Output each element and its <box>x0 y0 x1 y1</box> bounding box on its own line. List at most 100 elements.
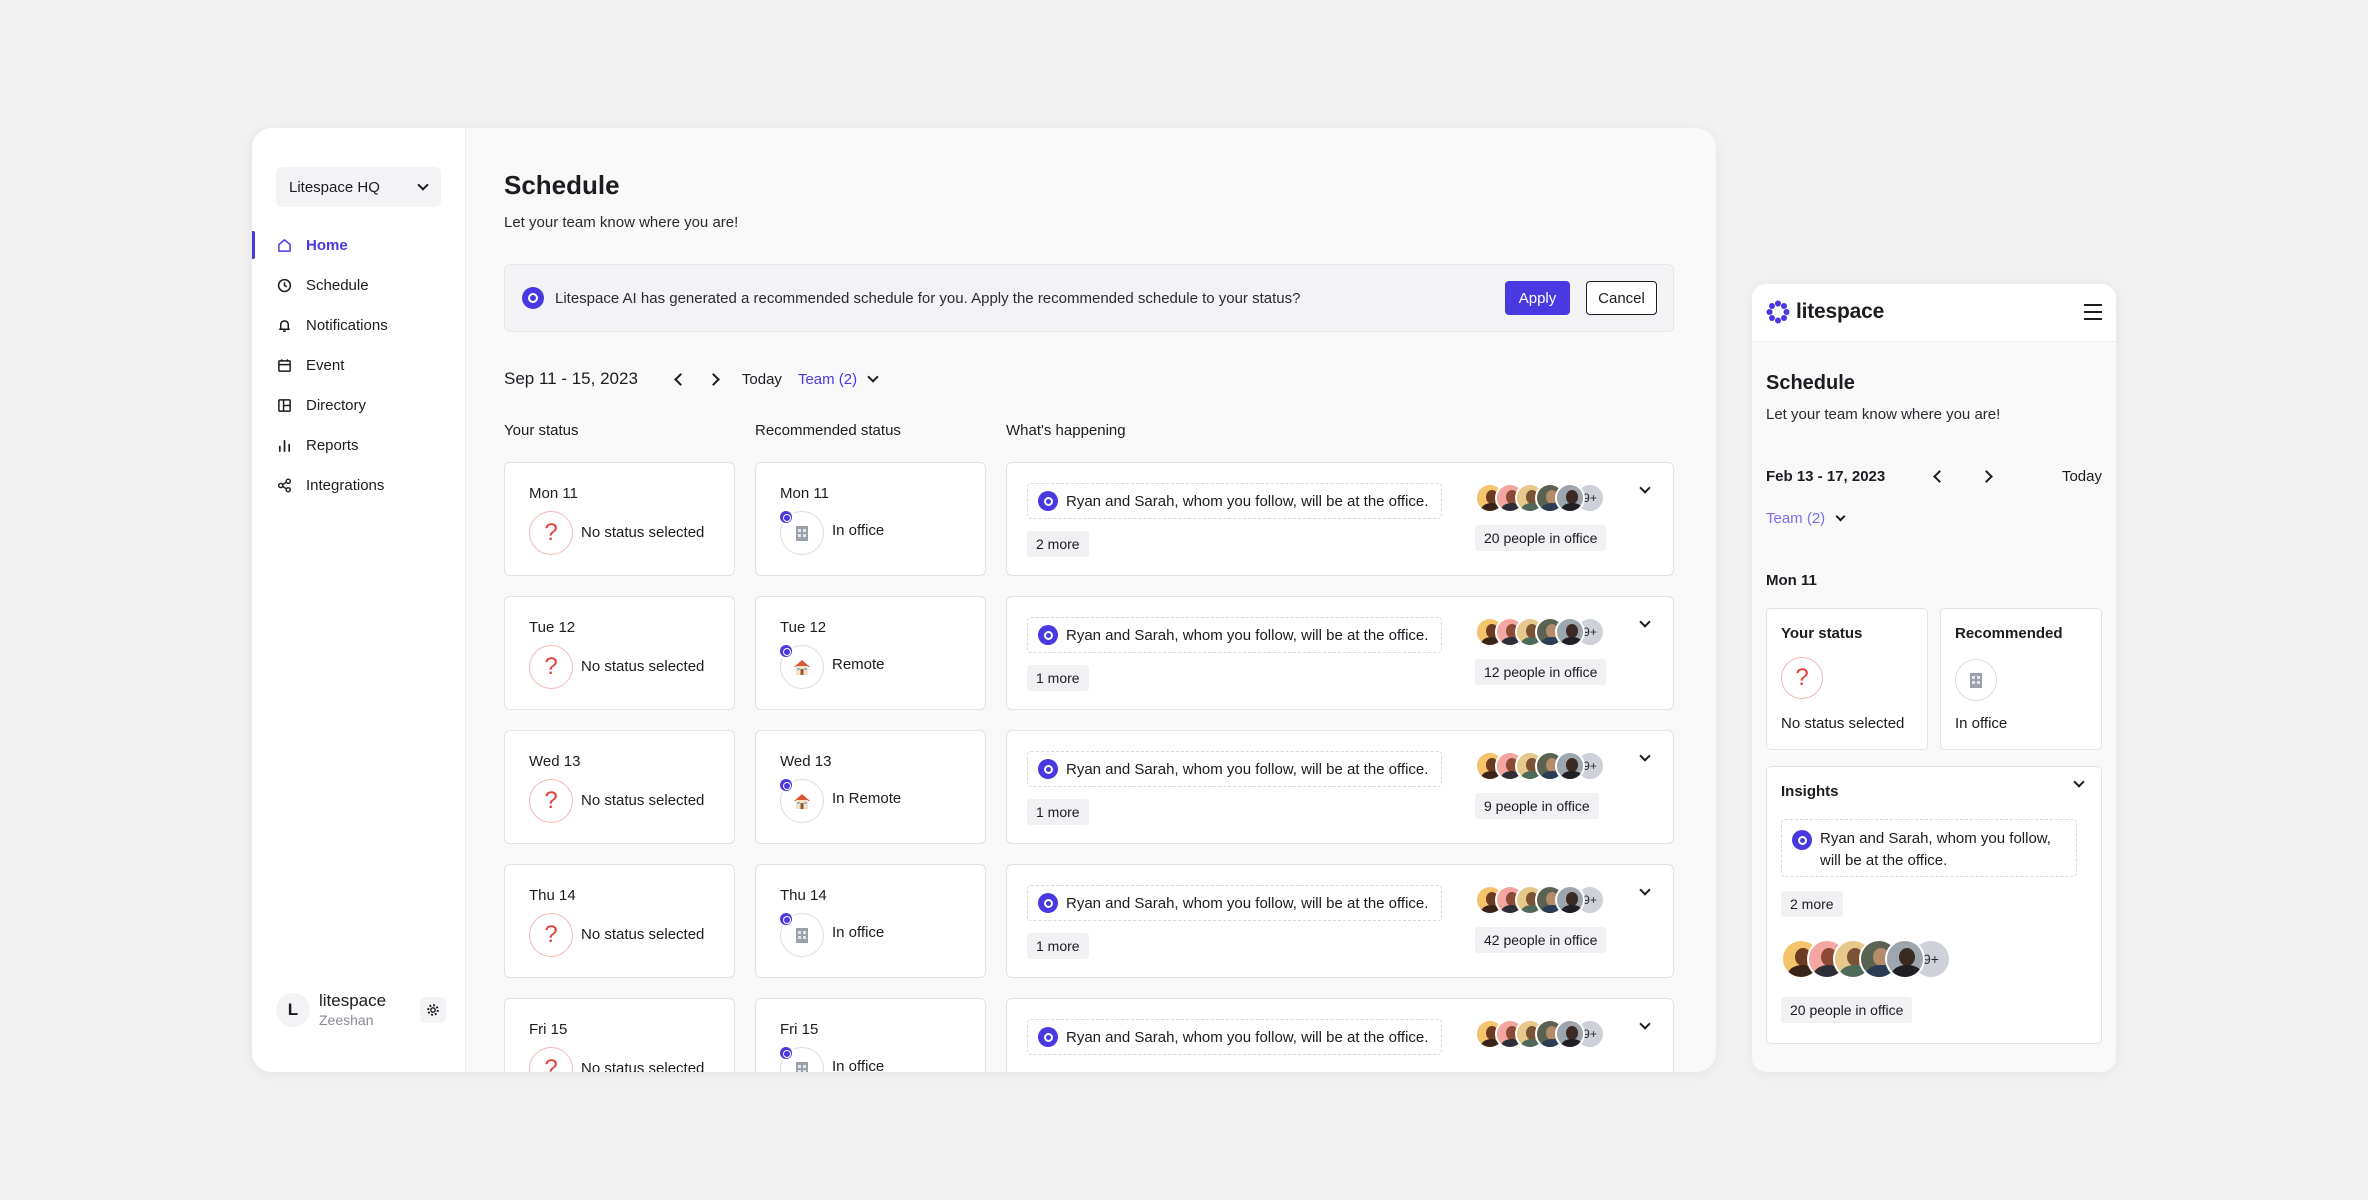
attendee-avatars[interactable]: 9+ <box>1475 751 1605 781</box>
more-insights-chip[interactable]: 2 more <box>1027 531 1089 557</box>
chevron-down-icon[interactable] <box>2073 776 2085 788</box>
attendee-avatars[interactable]: 9+ <box>1475 1019 1605 1049</box>
recommended-status-card[interactable]: Mon 11 In office <box>755 462 986 576</box>
your-status-card[interactable]: Fri 15? No status selected <box>504 998 735 1072</box>
insight-text: Ryan and Sarah, whom you follow, will be… <box>1066 894 1429 912</box>
ai-sparkle-icon <box>1038 1027 1058 1047</box>
avatar: L <box>276 993 310 1027</box>
insights-card: Insights Ryan and Sarah, whom you follow… <box>1766 766 2102 1044</box>
more-insights-chip[interactable]: 1 more <box>1027 665 1089 691</box>
chevron-down-icon[interactable] <box>1639 750 1651 762</box>
attendee-avatars[interactable]: 9+ <box>1475 483 1605 513</box>
your-status-card[interactable]: Thu 14? No status selected <box>504 864 735 978</box>
team-filter[interactable]: Team (2) <box>1766 510 1846 527</box>
more-insights-chip[interactable]: 2 more <box>1781 891 1843 917</box>
chevron-down-icon[interactable] <box>1639 884 1651 896</box>
status-text: In office <box>832 1058 885 1072</box>
card-title: Insights <box>1781 783 1839 800</box>
chevron-down-icon[interactable] <box>1639 616 1651 628</box>
date-range: Feb 13 - 17, 2023 <box>1766 467 1886 485</box>
your-status-card[interactable]: Mon 11? No status selected <box>504 462 735 576</box>
team-filter[interactable]: Team (2) <box>798 370 879 388</box>
attendee-avatars[interactable]: 9+ <box>1781 939 1951 979</box>
user-name: litespace <box>319 991 387 1010</box>
chevron-right-icon[interactable] <box>707 372 720 386</box>
your-status-card[interactable]: Wed 13? No status selected <box>504 730 735 844</box>
chevron-down-icon <box>1835 511 1846 521</box>
brand-logo[interactable]: litespace <box>1766 300 1884 324</box>
insight-item: Ryan and Sarah, whom you follow, will be… <box>1781 819 2077 877</box>
recommended-status-card[interactable]: Fri 15 In office <box>755 998 986 1072</box>
recommended-status-card[interactable]: Wed 13 In Remote <box>755 730 986 844</box>
user-subtitle: Zeeshan <box>319 1012 374 1028</box>
sidebar-item-schedule[interactable]: Schedule <box>252 265 465 305</box>
question-icon: ? <box>529 913 573 957</box>
ai-sparkle-icon <box>522 287 544 309</box>
insight-item: Ryan and Sarah, whom you follow, will be… <box>1027 751 1442 787</box>
user-profile[interactable]: L litespace Zeeshan <box>276 988 446 1032</box>
today-button[interactable]: Today <box>742 371 782 388</box>
recommended-status-card[interactable]: Recommended In office <box>1940 608 2102 750</box>
chevron-left-icon[interactable] <box>1933 469 1947 483</box>
avatar <box>1555 885 1585 915</box>
banner-text: Litespace AI has generated a recommended… <box>555 289 1301 307</box>
workspace-selector[interactable]: Litespace HQ <box>276 167 441 207</box>
column-header-your-status: Your status <box>504 422 579 439</box>
ai-badge-icon <box>778 911 794 927</box>
sidebar-item-label: Schedule <box>306 276 369 294</box>
chevron-left-icon[interactable] <box>674 372 687 386</box>
day-label: Fri 15 <box>529 1021 568 1038</box>
chevron-down-icon <box>417 178 429 191</box>
sidebar-item-home[interactable]: Home <box>252 225 465 265</box>
chevron-right-icon[interactable] <box>1980 469 1994 483</box>
more-insights-chip[interactable]: 1 more <box>1027 799 1089 825</box>
cancel-button[interactable]: Cancel <box>1586 281 1657 315</box>
main-content: Schedule Let your team know where you ar… <box>504 128 1674 1072</box>
avatar <box>1555 617 1585 647</box>
ai-recommendation-banner: Litespace AI has generated a recommended… <box>504 264 1674 332</box>
status-text: No status selected <box>581 524 705 541</box>
insight-text: Ryan and Sarah, whom you follow, will be… <box>1066 626 1429 644</box>
sidebar-item-event[interactable]: Event <box>252 345 465 385</box>
apply-button[interactable]: Apply <box>1505 281 1570 315</box>
your-status-card[interactable]: Your status ? No status selected <box>1766 608 1928 750</box>
ai-badge-icon <box>778 643 794 659</box>
sidebar-item-integrations[interactable]: Integrations <box>252 465 465 505</box>
today-button[interactable]: Today <box>2062 468 2102 485</box>
hamburger-menu-icon[interactable] <box>2084 304 2102 320</box>
day-label: Wed 13 <box>780 753 832 770</box>
share-icon <box>276 477 292 493</box>
chevron-down-icon[interactable] <box>1639 1018 1651 1030</box>
status-text: In office <box>832 924 885 941</box>
status-text: No status selected <box>581 1060 705 1072</box>
whats-happening-card: Ryan and Sarah, whom you follow, will be… <box>1006 730 1674 844</box>
insight-item: Ryan and Sarah, whom you follow, will be… <box>1027 617 1442 653</box>
whats-happening-card: Ryan and Sarah, whom you follow, will be… <box>1006 864 1674 978</box>
sidebar-item-label: Directory <box>306 396 367 414</box>
chevron-down-icon <box>867 370 879 383</box>
day-label: Thu 14 <box>529 887 576 904</box>
desktop-app-window: Litespace HQ Home Schedule Notifications… <box>252 128 1716 1072</box>
ai-sparkle-icon <box>1038 625 1058 645</box>
page-subtitle: Let your team know where you are! <box>504 214 739 231</box>
gear-icon[interactable] <box>420 997 446 1023</box>
avatar <box>1555 1019 1585 1049</box>
chevron-down-icon[interactable] <box>1639 482 1651 494</box>
attendee-avatars[interactable]: 9+ <box>1475 885 1605 915</box>
recommended-status-card[interactable]: Thu 14 In office <box>755 864 986 978</box>
more-insights-chip[interactable]: 1 more <box>1027 933 1089 959</box>
your-status-card[interactable]: Tue 12? No status selected <box>504 596 735 710</box>
home-icon <box>276 237 292 253</box>
column-header-recommended: Recommended status <box>755 422 901 439</box>
attendee-avatars[interactable]: 9+ <box>1475 617 1605 647</box>
sidebar-item-reports[interactable]: Reports <box>252 425 465 465</box>
recommended-status-card[interactable]: Tue 12 Remote <box>755 596 986 710</box>
schedule-toolbar: Sep 11 - 15, 2023 Today Team (2) <box>504 364 904 394</box>
sidebar-item-notifications[interactable]: Notifications <box>252 305 465 345</box>
sidebar-item-label: Reports <box>306 436 359 454</box>
team-filter-label: Team (2) <box>1766 510 1826 527</box>
status-text: No status selected <box>1781 715 1905 732</box>
insight-text: Ryan and Sarah, whom you follow, will be… <box>1820 830 2051 869</box>
sidebar-item-directory[interactable]: Directory <box>252 385 465 425</box>
sidebar: Litespace HQ Home Schedule Notifications… <box>252 128 466 1072</box>
